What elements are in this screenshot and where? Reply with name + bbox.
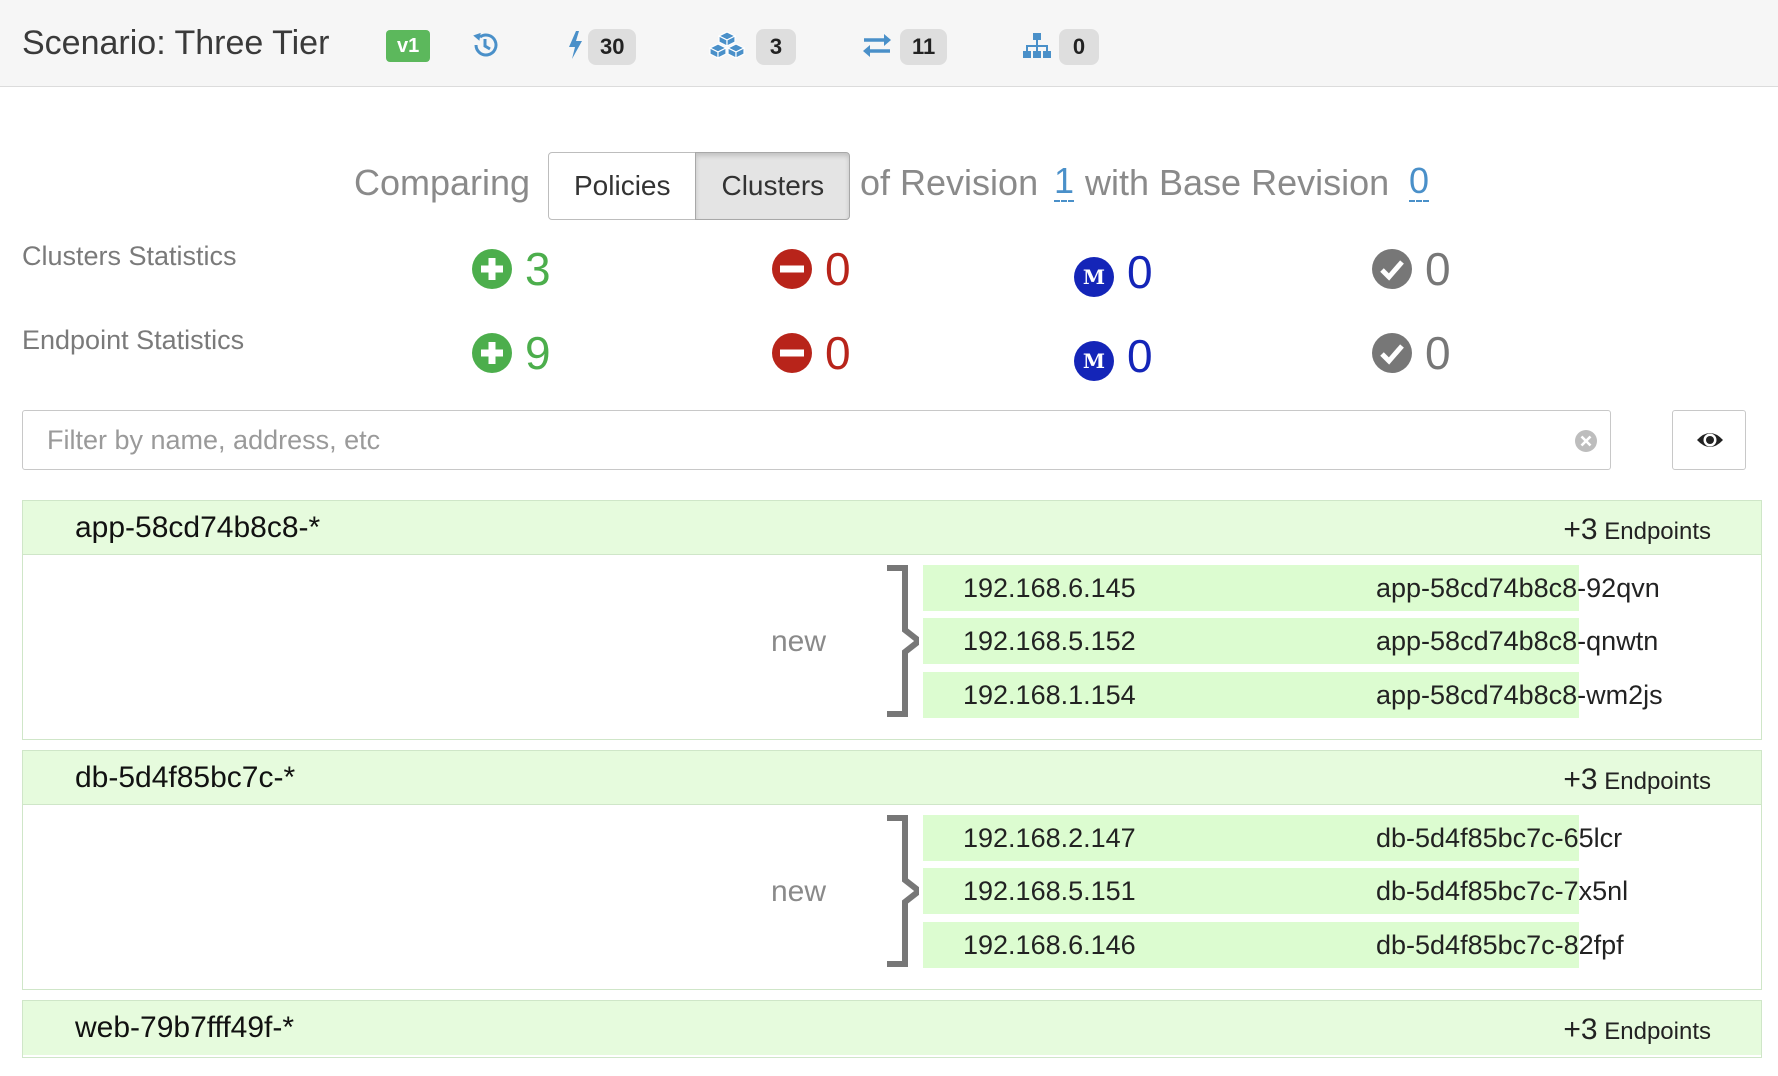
history-icon[interactable]: [470, 28, 500, 62]
cluster-header[interactable]: db-5d4f85bc7c-* +3 Endpoints: [23, 751, 1761, 805]
endpoint-ip: 192.168.1.154: [963, 680, 1136, 710]
plus-circle-icon: [472, 249, 512, 289]
clusters-added-count: 3: [525, 243, 551, 295]
cluster-name: db-5d4f85bc7c-*: [75, 761, 296, 794]
clusters-unchanged-count: 0: [1425, 243, 1451, 295]
endpoint-ip: 192.168.6.145: [963, 573, 1136, 603]
endpoint-ip: 192.168.2.147: [963, 823, 1136, 853]
clusters-added-stat: 3: [471, 246, 551, 292]
clusters-modified-count: 0: [1127, 246, 1153, 298]
clusters-unchanged-stat: 0: [1371, 246, 1451, 292]
cubes-icon[interactable]: [708, 28, 746, 62]
connections-count-badge[interactable]: 11: [900, 29, 948, 65]
tab-clusters[interactable]: Clusters: [695, 152, 851, 220]
endpoint-name: db-5d4f85bc7c-7x5nl: [1376, 876, 1629, 906]
top-bar: Scenario: Three Tier v1 30 3 11 0: [0, 0, 1778, 87]
exchange-icon[interactable]: [862, 28, 892, 62]
brace-icon: [887, 815, 919, 967]
cluster-header[interactable]: app-58cd74b8c8-* +3 Endpoints: [23, 501, 1761, 555]
endpoint-ip: 192.168.5.151: [963, 876, 1136, 906]
status-new-label: new: [771, 875, 827, 908]
clusters-count-badge[interactable]: 3: [756, 29, 796, 65]
endpoint-count: +3 Endpoints: [1563, 763, 1711, 796]
endpoints-added-count: 9: [525, 327, 551, 379]
filter-input[interactable]: [23, 411, 1563, 469]
clear-icon[interactable]: [1574, 429, 1598, 453]
comparing-label: Comparing: [354, 162, 531, 203]
check-circle-icon: [1372, 249, 1412, 289]
minus-circle-icon: [772, 249, 812, 289]
sitemap-icon[interactable]: [1022, 28, 1052, 62]
filter-box: [22, 410, 1611, 470]
cluster-panel: app-58cd74b8c8-* +3 Endpoints new 192.16…: [22, 500, 1762, 740]
base-revision-link[interactable]: 0: [1409, 162, 1430, 202]
endpoint-statistics-label: Endpoint Statistics: [22, 325, 245, 355]
eye-icon: [1697, 433, 1723, 447]
policies-count-badge[interactable]: 30: [588, 29, 637, 65]
endpoint-name: app-58cd74b8c8-92qvn: [1376, 573, 1660, 603]
compare-mode-toggle: Policies Clusters: [548, 152, 851, 220]
endpoints-modified-stat: M 0: [1073, 330, 1153, 382]
scenario-title: Scenario: Three Tier: [22, 24, 330, 62]
endpoints-removed-count: 0: [825, 327, 851, 379]
endpoint-ip: 192.168.5.152: [963, 626, 1136, 656]
clusters-modified-stat: M 0: [1073, 246, 1153, 298]
with-base-revision-label: with Base Revision: [1085, 162, 1390, 203]
hierarchy-count-badge[interactable]: 0: [1059, 29, 1099, 65]
clusters-removed-count: 0: [825, 243, 851, 295]
minus-circle-icon: [772, 333, 812, 373]
endpoint-ip: 192.168.6.146: [963, 930, 1136, 960]
cluster-body: new 192.168.6.145 app-58cd74b8c8-92qvn 1…: [23, 555, 1761, 739]
cluster-name: web-79b7fff49f-*: [75, 1011, 295, 1044]
clusters-statistics-label: Clusters Statistics: [22, 241, 237, 271]
cluster-header[interactable]: web-79b7fff49f-* +3 Endpoints: [23, 1001, 1761, 1055]
toggle-view-button[interactable]: [1672, 410, 1746, 470]
svg-text:M: M: [1083, 265, 1105, 289]
endpoint-name: db-5d4f85bc7c-65lcr: [1376, 823, 1623, 853]
endpoints-unchanged-count: 0: [1425, 327, 1451, 379]
m-circle-icon: M: [1074, 341, 1114, 381]
status-new-label: new: [771, 625, 827, 658]
cluster-panel: db-5d4f85bc7c-* +3 Endpoints new 192.168…: [22, 750, 1762, 990]
endpoints-unchanged-stat: 0: [1371, 330, 1451, 376]
endpoints-added-stat: 9: [471, 330, 551, 376]
clusters-removed-stat: 0: [771, 246, 851, 292]
endpoint-count: +3 Endpoints: [1563, 513, 1711, 546]
cluster-name: app-58cd74b8c8-*: [75, 511, 321, 544]
svg-text:M: M: [1083, 349, 1105, 373]
endpoint-name: app-58cd74b8c8-qnwtn: [1376, 626, 1659, 656]
cluster-panel: web-79b7fff49f-* +3 Endpoints: [22, 1000, 1762, 1058]
revision-link[interactable]: 1: [1054, 162, 1075, 202]
plus-circle-icon: [472, 333, 512, 373]
check-circle-icon: [1372, 333, 1412, 373]
cluster-body: new 192.168.2.147 db-5d4f85bc7c-65lcr 19…: [23, 805, 1761, 989]
m-circle-icon: M: [1074, 257, 1114, 297]
of-revision-label: of Revision: [860, 162, 1039, 203]
endpoint-name: db-5d4f85bc7c-82fpf: [1376, 930, 1624, 960]
endpoint-count: +3 Endpoints: [1563, 1013, 1711, 1046]
version-badge[interactable]: v1: [386, 30, 431, 62]
endpoints-removed-stat: 0: [771, 330, 851, 376]
endpoint-name: app-58cd74b8c8-wm2js: [1376, 680, 1663, 710]
brace-icon: [887, 565, 919, 717]
endpoints-modified-count: 0: [1127, 330, 1153, 382]
tab-policies[interactable]: Policies: [548, 152, 697, 220]
